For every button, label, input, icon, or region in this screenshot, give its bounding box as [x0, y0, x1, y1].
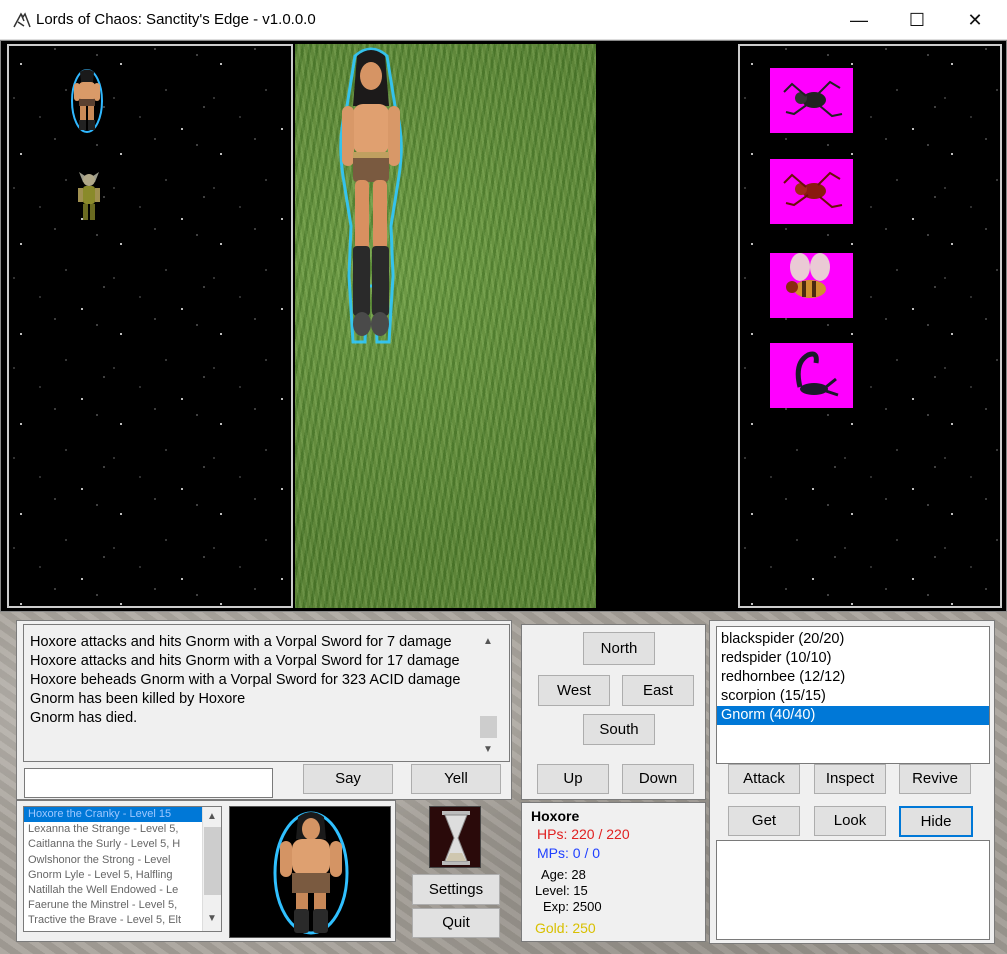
- hp-value: HPs: 220 / 220: [537, 826, 630, 842]
- north-button[interactable]: North: [583, 632, 655, 665]
- chat-lines: Hoxore attacks and hits Gnorm with a Vor…: [30, 633, 460, 728]
- quit-label: Quit: [442, 914, 470, 931]
- list-item[interactable]: Faerune the Minstrel - Level 5,: [24, 898, 221, 913]
- mp-value: MPs: 0 / 0: [537, 845, 601, 861]
- hourglass-icon: [429, 806, 481, 868]
- item-info-box[interactable]: [716, 840, 990, 940]
- right-room-pane[interactable]: [738, 44, 1002, 608]
- age-value: Age: 28: [541, 867, 586, 882]
- chat-line: Gnorm has been killed by Hoxore: [30, 691, 246, 707]
- inspect-button[interactable]: Inspect: [814, 764, 886, 794]
- chat-line: Gnorm has died.: [30, 710, 138, 726]
- left-room-pane[interactable]: [7, 44, 293, 608]
- level-value: Level: 15: [535, 883, 588, 898]
- maximize-button[interactable]: ☐: [888, 0, 946, 40]
- gold-value: Gold: 250: [535, 920, 596, 936]
- east-button[interactable]: East: [622, 675, 694, 706]
- hide-button[interactable]: Hide: [899, 806, 973, 837]
- attack-button[interactable]: Attack: [728, 764, 800, 794]
- down-label: Down: [638, 770, 678, 787]
- scroll-thumb[interactable]: [480, 716, 497, 738]
- settings-button[interactable]: Settings: [412, 874, 500, 905]
- unexplored-area: [596, 44, 737, 608]
- west-label: West: [557, 682, 591, 699]
- character-name: Hoxore: [531, 808, 580, 824]
- south-label: South: [599, 721, 639, 738]
- list-item[interactable]: Caitlanna the Surly - Level 5, H: [24, 837, 221, 852]
- minimize-button[interactable]: —: [830, 0, 888, 40]
- chat-line: Hoxore beheads Gnorm with a Vorpal Sword…: [30, 672, 461, 688]
- list-item[interactable]: blackspider (20/20): [717, 630, 989, 649]
- up-label: Up: [563, 770, 583, 787]
- scroll-down-icon[interactable]: ▼: [207, 913, 217, 924]
- yell-label: Yell: [444, 770, 468, 787]
- player-list[interactable]: Hoxore the Cranky - Level 15 Lexanna the…: [23, 806, 222, 932]
- look-button[interactable]: Look: [814, 806, 886, 836]
- chat-input[interactable]: [24, 768, 273, 798]
- close-button[interactable]: ✕: [946, 0, 1004, 40]
- player-list-scrollbar[interactable]: ▲ ▼: [202, 807, 221, 931]
- say-label: Say: [335, 770, 361, 787]
- character-portrait: [229, 806, 391, 938]
- inspect-label: Inspect: [825, 770, 875, 787]
- yell-button[interactable]: Yell: [411, 764, 501, 794]
- list-item[interactable]: Gnorm (40/40): [717, 706, 989, 725]
- blackspider-icon[interactable]: [770, 68, 853, 133]
- redhornbee-icon[interactable]: [770, 253, 853, 318]
- list-item[interactable]: Lexanna the Strange - Level 5,: [24, 822, 221, 837]
- app-icon: [13, 12, 31, 28]
- redspider-icon[interactable]: [770, 159, 853, 224]
- list-item[interactable]: redhornbee (12/12): [717, 668, 989, 687]
- chat-line: Hoxore attacks and hits Gnorm with a Vor…: [30, 653, 460, 669]
- barbarian-icon[interactable]: [329, 46, 413, 346]
- title-bar: Lords of Chaos: Sanctity's Edge - v1.0.0…: [0, 0, 1007, 40]
- attack-label: Attack: [743, 770, 785, 787]
- settings-label: Settings: [428, 881, 484, 898]
- list-item[interactable]: Tractive the Brave - Level 5, Elt: [24, 913, 221, 928]
- window-title: Lords of Chaos: Sanctity's Edge - v1.0.0…: [36, 11, 316, 28]
- look-label: Look: [833, 812, 867, 829]
- list-item[interactable]: redspider (10/10): [717, 649, 989, 668]
- scroll-up-icon[interactable]: ▲: [483, 636, 493, 647]
- barbarian-icon: [273, 811, 349, 935]
- barbarian-icon[interactable]: [69, 68, 105, 134]
- revive-label: Revive: [912, 770, 958, 787]
- say-button[interactable]: Say: [303, 764, 393, 794]
- goblin-icon[interactable]: [75, 166, 103, 224]
- south-button[interactable]: South: [583, 714, 655, 745]
- list-item[interactable]: Owlshonor the Strong - Level: [24, 853, 221, 868]
- exp-value: Exp: 2500: [543, 899, 602, 914]
- list-item[interactable]: Hoxore the Cranky - Level 15: [24, 807, 221, 823]
- list-item[interactable]: scorpion (15/15): [717, 687, 989, 706]
- chat-scrollbar[interactable]: ▲ ▼: [479, 632, 498, 760]
- hide-label: Hide: [920, 813, 952, 830]
- scorpion-icon[interactable]: [770, 343, 853, 408]
- scroll-down-icon[interactable]: ▼: [483, 744, 493, 755]
- scroll-up-icon[interactable]: ▲: [207, 811, 217, 822]
- list-item[interactable]: Gnorm Lyle - Level 5, Halfling: [24, 868, 221, 883]
- get-button[interactable]: Get: [728, 806, 800, 836]
- get-label: Get: [751, 812, 777, 829]
- north-label: North: [600, 640, 638, 657]
- chat-line: Hoxore attacks and hits Gnorm with a Vor…: [30, 634, 452, 650]
- west-button[interactable]: West: [538, 675, 610, 706]
- list-item[interactable]: Natillah the Well Endowed - Le: [24, 883, 221, 898]
- target-list[interactable]: blackspider (20/20) redspider (10/10) re…: [716, 626, 990, 764]
- down-button[interactable]: Down: [622, 764, 694, 794]
- revive-button[interactable]: Revive: [899, 764, 971, 794]
- quit-button[interactable]: Quit: [412, 908, 500, 938]
- scroll-thumb[interactable]: [204, 827, 221, 895]
- current-room-pane[interactable]: [295, 44, 596, 608]
- east-label: East: [642, 682, 673, 699]
- up-button[interactable]: Up: [537, 764, 609, 794]
